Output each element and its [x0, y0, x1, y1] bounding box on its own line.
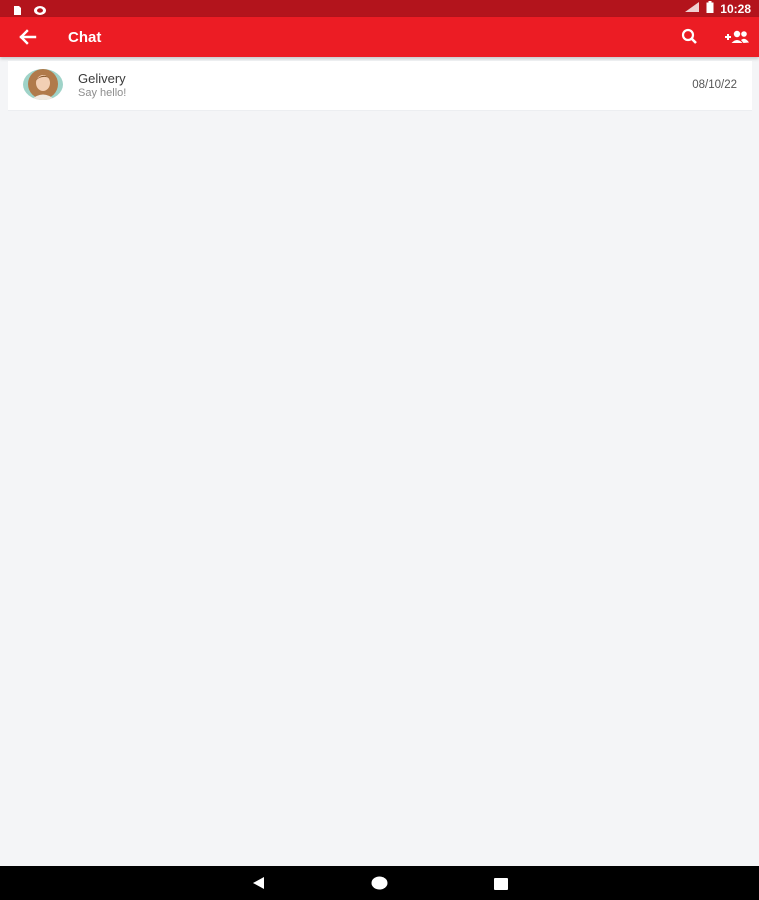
nav-home-icon — [371, 876, 388, 890]
nav-back-button[interactable] — [251, 876, 265, 895]
nav-home-button[interactable] — [371, 876, 388, 895]
nav-recents-icon — [494, 878, 508, 890]
search-icon — [681, 28, 697, 44]
back-button[interactable] — [16, 27, 38, 47]
status-time: 10:28 — [720, 1, 751, 16]
nav-back-icon — [253, 877, 264, 889]
chat-name: Gelivery — [78, 71, 126, 86]
chat-list: Gelivery Say hello! 08/10/22 — [8, 61, 752, 111]
app-bar: Chat — [0, 17, 759, 57]
status-bar: 10:28 — [0, 0, 759, 17]
battery-icon — [706, 1, 714, 16]
status-right: 10:28 — [684, 1, 751, 16]
signal-icon — [684, 1, 700, 16]
chat-preview: Say hello! — [78, 87, 127, 99]
navigation-bar — [0, 866, 759, 900]
add-group-button[interactable] — [724, 28, 750, 46]
avatar — [23, 69, 63, 100]
back-arrow-icon — [19, 29, 37, 45]
search-button[interactable] — [680, 28, 700, 46]
user-avatar-icon — [23, 69, 63, 100]
chat-list-item[interactable]: Gelivery Say hello! 08/10/22 — [8, 61, 752, 111]
add-group-icon — [725, 30, 749, 43]
chat-date: 08/10/22 — [692, 79, 737, 91]
page-title: Chat — [68, 29, 102, 46]
nav-recents-button[interactable] — [494, 877, 508, 895]
